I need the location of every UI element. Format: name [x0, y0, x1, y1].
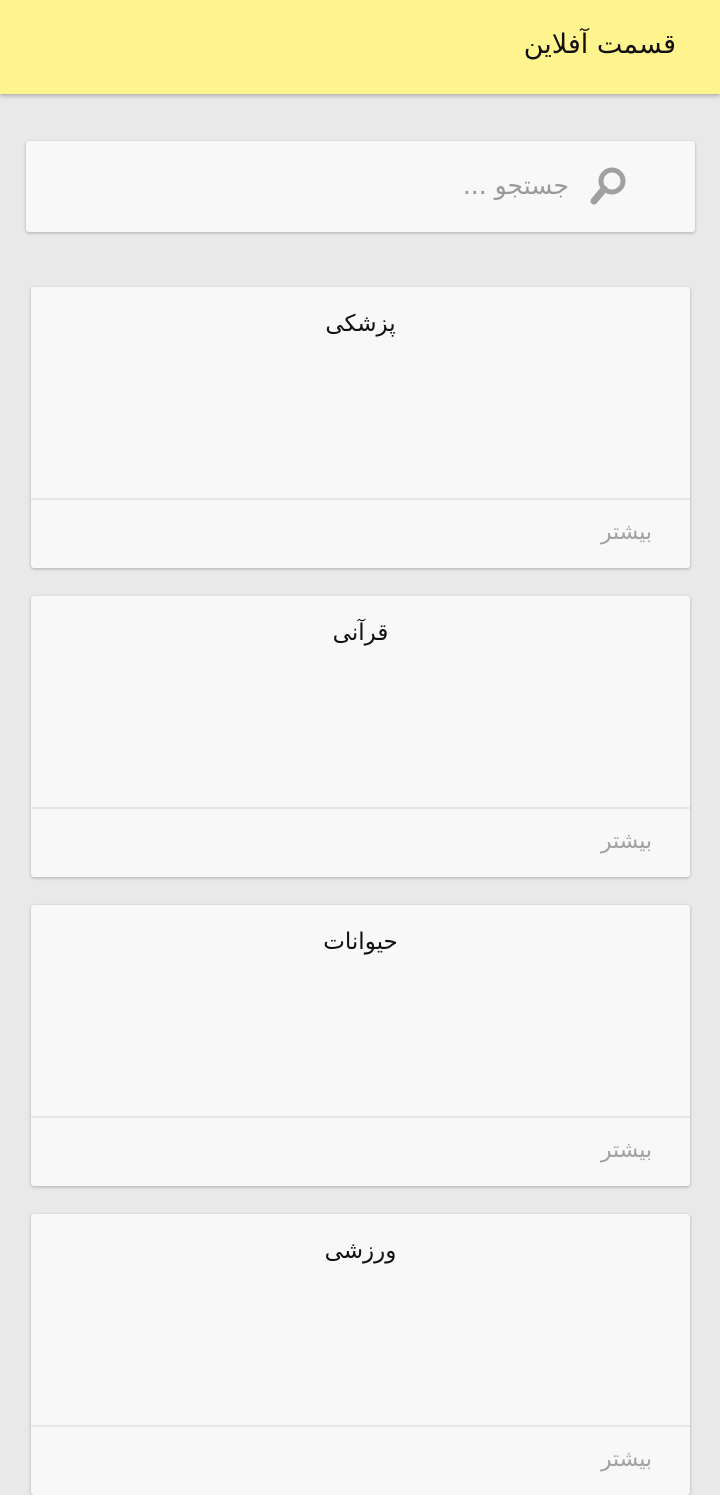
search-input[interactable] [169, 159, 569, 211]
app-bar: قسمت آفلاین [0, 0, 720, 94]
more-link[interactable]: بیشتر [601, 829, 652, 854]
card-divider [31, 1425, 690, 1427]
category-card-sports[interactable]: ورزشی بیشتر [31, 1214, 690, 1495]
category-card-medical[interactable]: پزشکی بیشتر [31, 287, 690, 568]
page-title: قسمت آفلاین [523, 28, 676, 60]
category-title: ورزشی [324, 1238, 397, 1264]
category-title: قرآنی [332, 620, 389, 646]
more-link[interactable]: بیشتر [601, 520, 652, 545]
category-title: پزشکی [325, 311, 396, 337]
more-link[interactable]: بیشتر [601, 1447, 652, 1472]
card-divider [31, 807, 690, 809]
category-title: حیوانات [323, 929, 398, 955]
card-divider [31, 1116, 690, 1118]
search-box[interactable] [26, 141, 695, 232]
more-link[interactable]: بیشتر [601, 1138, 652, 1163]
search-icon[interactable] [589, 165, 629, 207]
category-card-animals[interactable]: حیوانات بیشتر [31, 905, 690, 1186]
card-divider [31, 498, 690, 500]
category-card-quran[interactable]: قرآنی بیشتر [31, 596, 690, 877]
